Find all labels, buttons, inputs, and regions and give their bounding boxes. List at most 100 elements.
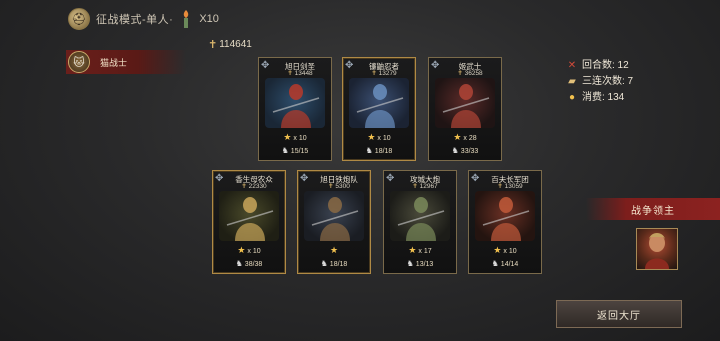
- troops-icon: ♞: [406, 259, 414, 268]
- power-icon: ✝: [287, 70, 293, 77]
- crossed-swords-icon: ✕: [567, 60, 577, 71]
- power-icon: ✝: [208, 39, 218, 51]
- total-power: ✝ 114641: [208, 38, 252, 51]
- unit-art: [397, 197, 445, 241]
- unit-troops: ♞ 14/14: [469, 259, 541, 268]
- unit-stars-value: x 17: [418, 248, 432, 255]
- star-icon: ★: [367, 132, 376, 142]
- unit-troops-value: 14/14: [500, 261, 519, 268]
- unit-stars-value: x 10: [247, 248, 261, 255]
- warlord-art: [645, 233, 669, 269]
- unit-troops: ♞ 15/15: [259, 146, 331, 155]
- unit-art: [311, 197, 359, 241]
- star-icon: ★: [283, 132, 292, 142]
- torch-icon: [179, 9, 193, 29]
- back-to-lobby-label: 返回大厅: [597, 310, 641, 322]
- unit-power-value: 13448: [294, 70, 313, 77]
- unit-troops-value: 15/15: [290, 148, 309, 155]
- unit-power-value: 36258: [464, 70, 483, 77]
- unit-card[interactable]: ✥ 攻城大炮 ✝ 12967 ★ x 17 ♞ 13/13: [383, 170, 457, 274]
- unit-card[interactable]: ✥ 百夫长军团 ✝ 13059 ★ x 10 ♞ 14/14: [468, 170, 542, 274]
- unit-stars: ★ x 10: [469, 245, 541, 256]
- star-icon: ★: [237, 245, 246, 255]
- troops-icon: ♞: [451, 146, 459, 155]
- power-icon: ✝: [457, 70, 463, 77]
- power-icon: ✝: [497, 183, 503, 190]
- unit-stars: ★ x 10: [343, 132, 415, 143]
- unit-troops-value: 18/18: [374, 148, 393, 155]
- troops-icon: ♞: [365, 146, 373, 155]
- stat-rounds: ✕ 回合数: 12: [566, 58, 633, 74]
- total-power-value: 114641: [219, 39, 252, 50]
- star-icon: ★: [329, 245, 339, 255]
- stat-spend-text: 消费: 134: [582, 92, 625, 103]
- helmet-icon: ⛑: [68, 8, 90, 30]
- back-to-lobby-button[interactable]: 返回大厅: [556, 300, 682, 328]
- unit-card[interactable]: ✥ 旭日铁炮队 ✝ 5300 ★ ♞ 18/18: [297, 170, 371, 274]
- unit-power-value: 13279: [378, 70, 397, 77]
- unit-troops-value: 33/33: [460, 148, 479, 155]
- unit-stars-value: x 10: [503, 248, 517, 255]
- unit-card[interactable]: ✥ 镰鼬忍者 ✝ 13279 ★ x 10 ♞ 18/18: [342, 57, 416, 161]
- unit-troops-value: 38/38: [244, 261, 263, 268]
- unit-power-value: 5300: [335, 183, 350, 190]
- unit-card[interactable]: ✥ 姬武士 ✝ 36258 ★ x 28 ♞ 33/33: [428, 57, 502, 161]
- mode-title: 征战模式-单人·: [96, 14, 174, 26]
- troops-icon: ♞: [320, 259, 328, 268]
- torch-count: X10: [199, 13, 219, 25]
- star-icon: ★: [453, 132, 462, 142]
- power-icon: ✝: [328, 183, 334, 190]
- unit-portrait: [475, 191, 535, 241]
- unit-troops-value: 13/13: [415, 261, 434, 268]
- star-icon: ★: [408, 245, 417, 255]
- warlord-portrait[interactable]: [636, 228, 678, 270]
- unit-power-value: 22330: [248, 183, 267, 190]
- unit-power-value: 12967: [419, 183, 438, 190]
- unit-art: [226, 197, 274, 241]
- unit-portrait: [219, 191, 279, 241]
- unit-troops: ♞ 13/13: [384, 259, 456, 268]
- troops-icon: ♞: [281, 146, 289, 155]
- battle-stats: ✕ 回合数: 12 ▰ 三连次数: 7 ● 消费: 134: [566, 58, 633, 106]
- triple-icon: ▰: [568, 76, 576, 87]
- unit-portrait: [435, 78, 495, 128]
- hero-tab-cat-warrior[interactable]: 🐱 猫战士: [66, 50, 186, 74]
- unit-stars: ★ x 10: [259, 132, 331, 143]
- unit-stars: ★ x 28: [429, 132, 501, 143]
- stat-spend: ● 消费: 134: [566, 90, 633, 106]
- power-icon: ✝: [371, 70, 377, 77]
- top-bar: ⛑ 征战模式-单人· X10: [68, 6, 219, 32]
- unit-power: ✝ 5300: [298, 182, 370, 190]
- unit-card[interactable]: ✥ 香生母农众 ✝ 22330 ★ x 10 ♞ 38/38: [212, 170, 286, 274]
- unit-stars-value: x 10: [377, 135, 391, 142]
- unit-troops: ♞ 18/18: [298, 259, 370, 268]
- unit-stars-value: x 10: [293, 135, 307, 142]
- unit-troops: ♞ 18/18: [343, 146, 415, 155]
- unit-power: ✝ 22330: [213, 182, 285, 190]
- star-icon: ★: [493, 245, 502, 255]
- unit-art: [356, 84, 404, 128]
- unit-power: ✝ 12967: [384, 182, 456, 190]
- unit-stars: ★: [298, 245, 370, 256]
- warlord-title: 战争领主: [631, 205, 675, 217]
- troops-icon: ♞: [235, 259, 243, 268]
- unit-portrait: [304, 191, 364, 241]
- warlord-banner: 战争领主: [586, 198, 720, 220]
- unit-stars-value: x 28: [463, 135, 477, 142]
- unit-portrait: [265, 78, 325, 128]
- unit-portrait: [390, 191, 450, 241]
- avatar: 🐱: [68, 51, 90, 73]
- coin-icon: ●: [568, 92, 576, 103]
- unit-troops: ♞ 38/38: [213, 259, 285, 268]
- unit-power: ✝ 13448: [259, 69, 331, 77]
- unit-power: ✝ 36258: [429, 69, 501, 77]
- unit-power: ✝ 13279: [343, 69, 415, 77]
- unit-troops: ♞ 33/33: [429, 146, 501, 155]
- power-icon: ✝: [412, 183, 418, 190]
- unit-troops-value: 18/18: [329, 261, 348, 268]
- unit-stars: ★ x 17: [384, 245, 456, 256]
- troops-icon: ♞: [491, 259, 499, 268]
- hero-tab-label: 猫战士: [100, 57, 128, 68]
- unit-card[interactable]: ✥ 旭日剑圣 ✝ 13448 ★ x 10 ♞ 15/15: [258, 57, 332, 161]
- unit-power: ✝ 13059: [469, 182, 541, 190]
